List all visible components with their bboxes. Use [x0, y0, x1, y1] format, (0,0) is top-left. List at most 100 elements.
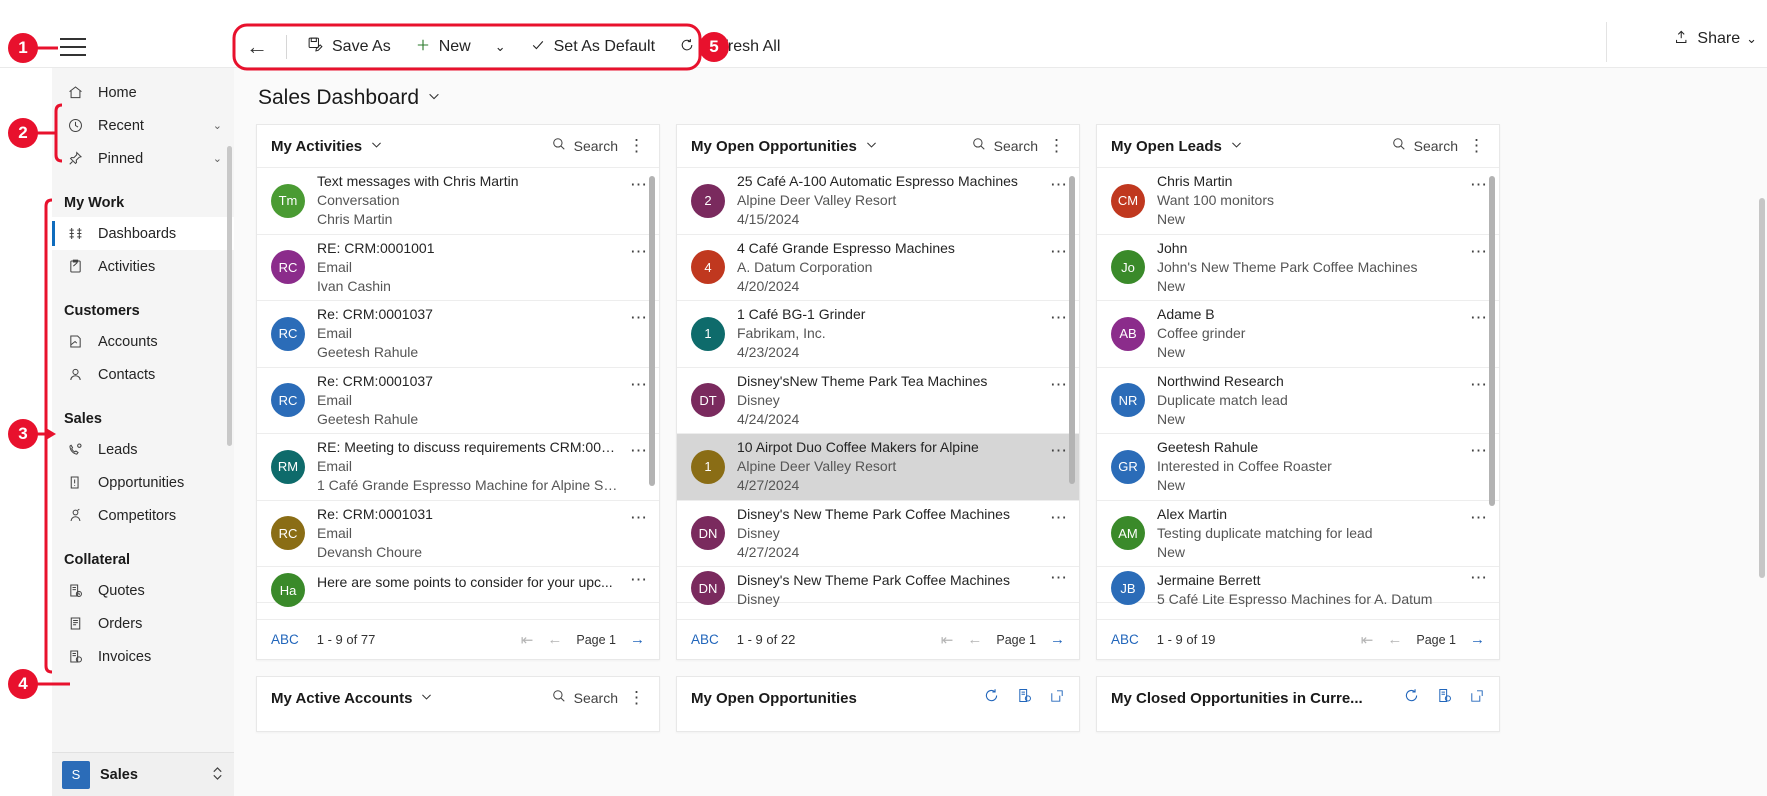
- first-page-icon[interactable]: ⇤: [521, 631, 534, 649]
- page-title-chevron-down-icon[interactable]: [427, 89, 441, 107]
- sidebar-item-competitors[interactable]: Competitors: [52, 499, 234, 532]
- sidebar-scrollbar[interactable]: [227, 146, 232, 446]
- refresh-all-button[interactable]: Refresh All: [667, 31, 792, 64]
- row-more-options-icon[interactable]: ⋯: [1050, 176, 1067, 193]
- list-item[interactable]: RC Re: CRM:0001037 Email Geetesh Rahule …: [257, 367, 659, 434]
- search-input[interactable]: Search: [971, 136, 1038, 157]
- search-input[interactable]: Search: [1391, 136, 1458, 157]
- card-more-options-icon[interactable]: ⋮: [1468, 137, 1485, 154]
- list-item[interactable]: DT Disney'sNew Theme Park Tea Machines D…: [677, 367, 1079, 434]
- list-item[interactable]: 4 4 Café Grande Espresso Machines A. Dat…: [677, 234, 1079, 301]
- area-switcher-chevron-icon[interactable]: [211, 765, 224, 785]
- previous-page-icon[interactable]: ←: [967, 631, 982, 648]
- row-more-options-icon[interactable]: ⋯: [630, 309, 647, 326]
- area-switcher[interactable]: S Sales: [52, 752, 234, 796]
- share-button[interactable]: Share ⌄: [1674, 28, 1757, 50]
- row-more-options-icon[interactable]: ⋯: [1050, 442, 1067, 459]
- hamburger-menu-icon[interactable]: [60, 38, 86, 56]
- sidebar-item-recent[interactable]: Recent ⌄: [52, 109, 234, 142]
- row-more-options-icon[interactable]: ⋯: [630, 376, 647, 393]
- sidebar-item-activities[interactable]: Activities: [52, 250, 234, 283]
- card-more-options-icon[interactable]: ⋮: [1048, 137, 1065, 154]
- card-scrollbar[interactable]: [649, 176, 655, 486]
- list-item[interactable]: NR Northwind Research Duplicate match le…: [1097, 367, 1499, 434]
- list-item[interactable]: RM RE: Meeting to discuss requirements C…: [257, 434, 659, 501]
- first-page-icon[interactable]: ⇤: [1361, 631, 1374, 649]
- card-scrollbar[interactable]: [1069, 176, 1075, 484]
- list-item[interactable]: DN Disney's New Theme Park Coffee Machin…: [677, 567, 1079, 607]
- sidebar-item-dashboards[interactable]: Dashboards: [52, 217, 234, 250]
- list-item[interactable]: DN Disney's New Theme Park Coffee Machin…: [677, 500, 1079, 567]
- search-input[interactable]: Search: [551, 688, 618, 709]
- list-item[interactable]: 2 25 Café A-100 Automatic Espresso Machi…: [677, 168, 1079, 235]
- next-page-icon[interactable]: →: [630, 631, 645, 648]
- row-more-options-icon[interactable]: ⋯: [1470, 309, 1487, 326]
- list-item[interactable]: Tm Text messages with Chris Martin Conve…: [257, 168, 659, 235]
- sidebar-item-opportunities[interactable]: Opportunities: [52, 466, 234, 499]
- abc-filter-button[interactable]: ABC: [1111, 632, 1139, 647]
- row-more-options-icon[interactable]: ⋯: [630, 571, 647, 588]
- next-page-icon[interactable]: →: [1470, 631, 1485, 648]
- list-item[interactable]: AM Alex Martin Testing duplicate matchin…: [1097, 500, 1499, 567]
- card-more-options-icon[interactable]: ⋮: [628, 137, 645, 154]
- list-item[interactable]: CM Chris Martin Want 100 monitors New ⋯: [1097, 168, 1499, 235]
- sidebar-item-invoices[interactable]: Invoices: [52, 640, 234, 673]
- chart-records-icon[interactable]: [1436, 687, 1453, 709]
- row-more-options-icon[interactable]: ⋯: [1470, 569, 1487, 586]
- save-as-button[interactable]: Save As: [295, 30, 403, 64]
- refresh-icon[interactable]: [1403, 687, 1420, 709]
- sidebar-item-contacts[interactable]: Contacts: [52, 358, 234, 391]
- search-input[interactable]: Search: [551, 136, 618, 157]
- first-page-icon[interactable]: ⇤: [941, 631, 954, 649]
- next-page-icon[interactable]: →: [1050, 631, 1065, 648]
- card-chevron-down-icon[interactable]: [420, 690, 433, 706]
- set-as-default-button[interactable]: Set As Default: [518, 31, 667, 64]
- row-more-options-icon[interactable]: ⋯: [1470, 509, 1487, 526]
- sidebar-item-pinned[interactable]: Pinned ⌄: [52, 142, 234, 175]
- card-more-options-icon[interactable]: ⋮: [628, 689, 645, 706]
- list-item[interactable]: Ha Here are some points to consider for …: [257, 567, 659, 607]
- row-more-options-icon[interactable]: ⋯: [1470, 243, 1487, 260]
- abc-filter-button[interactable]: ABC: [271, 632, 299, 647]
- abc-filter-button[interactable]: ABC: [691, 632, 719, 647]
- list-item[interactable]: RC RE: CRM:0001001 Email Ivan Cashin ⋯: [257, 234, 659, 301]
- list-item[interactable]: GR Geetesh Rahule Interested in Coffee R…: [1097, 434, 1499, 501]
- card-chevron-down-icon[interactable]: [1230, 138, 1243, 154]
- previous-page-icon[interactable]: ←: [547, 631, 562, 648]
- list-item[interactable]: 1 1 Café BG-1 Grinder Fabrikam, Inc. 4/2…: [677, 301, 1079, 368]
- chevron-down-icon[interactable]: ⌄: [213, 152, 222, 165]
- sidebar-item-home[interactable]: Home: [52, 76, 234, 109]
- list-item-selected[interactable]: 1 10 Airpot Duo Coffee Makers for Alpine…: [677, 434, 1079, 501]
- list-item[interactable]: RC Re: CRM:0001037 Email Geetesh Rahule …: [257, 301, 659, 368]
- list-item[interactable]: Jo John John's New Theme Park Coffee Mac…: [1097, 234, 1499, 301]
- row-more-options-icon[interactable]: ⋯: [630, 509, 647, 526]
- chevron-down-icon[interactable]: ⌄: [213, 119, 222, 132]
- card-scrollbar[interactable]: [1489, 176, 1495, 506]
- row-more-options-icon[interactable]: ⋯: [1470, 376, 1487, 393]
- refresh-icon[interactable]: [983, 687, 1000, 709]
- expand-icon[interactable]: [1469, 688, 1485, 709]
- row-more-options-icon[interactable]: ⋯: [1470, 442, 1487, 459]
- back-button[interactable]: ←: [236, 30, 278, 64]
- sidebar-item-quotes[interactable]: Quotes: [52, 574, 234, 607]
- expand-icon[interactable]: [1049, 688, 1065, 709]
- card-chevron-down-icon[interactable]: [865, 138, 878, 154]
- sidebar-item-orders[interactable]: Orders: [52, 607, 234, 640]
- row-more-options-icon[interactable]: ⋯: [630, 243, 647, 260]
- sidebar-item-leads[interactable]: Leads: [52, 433, 234, 466]
- row-more-options-icon[interactable]: ⋯: [1050, 309, 1067, 326]
- row-more-options-icon[interactable]: ⋯: [1050, 243, 1067, 260]
- list-item[interactable]: AB Adame B Coffee grinder New ⋯: [1097, 301, 1499, 368]
- row-more-options-icon[interactable]: ⋯: [1050, 569, 1067, 586]
- sidebar-item-accounts[interactable]: Accounts: [52, 325, 234, 358]
- row-more-options-icon[interactable]: ⋯: [1050, 509, 1067, 526]
- row-more-options-icon[interactable]: ⋯: [1050, 376, 1067, 393]
- row-more-options-icon[interactable]: ⋯: [1470, 176, 1487, 193]
- card-chevron-down-icon[interactable]: [370, 138, 383, 154]
- row-more-options-icon[interactable]: ⋯: [630, 442, 647, 459]
- new-button[interactable]: New: [403, 31, 483, 64]
- new-dropdown-button[interactable]: ⌄: [483, 33, 518, 61]
- list-item[interactable]: RC Re: CRM:0001031 Email Devansh Choure …: [257, 500, 659, 567]
- list-item[interactable]: JB Jermaine Berrett 5 Café Lite Espresso…: [1097, 567, 1499, 607]
- chart-records-icon[interactable]: [1016, 687, 1033, 709]
